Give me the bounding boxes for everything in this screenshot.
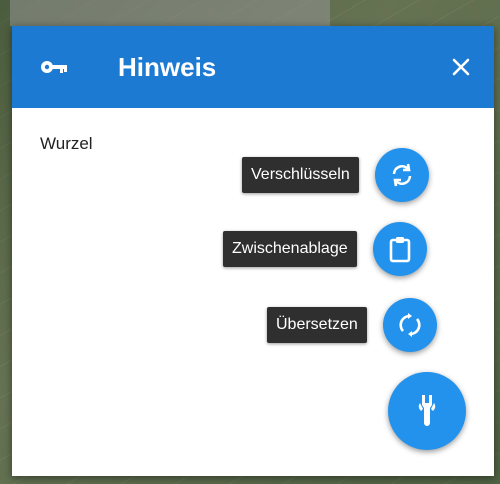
translate-label[interactable]: Übersetzen [267, 307, 367, 343]
tools-menu-button[interactable] [388, 372, 466, 450]
encrypt-action-row: Verschlüsseln [242, 148, 429, 202]
dialog-title: Hinweis [118, 52, 217, 82]
close-icon [452, 58, 470, 76]
rotate-icon [399, 313, 421, 337]
sync-arrows-icon [392, 163, 412, 187]
clipboard-label[interactable]: Zwischenablage [223, 231, 357, 267]
encrypt-button[interactable] [374, 148, 429, 202]
note-dialog: Hinweis Wurzel Verschlüsseln Zwischenabl… [12, 26, 494, 476]
clipboard-action-row: Zwischenablage [223, 222, 427, 276]
tools-icon [418, 395, 436, 426]
translate-action-row: Übersetzen [267, 298, 437, 352]
dialog-header: Hinweis [12, 26, 494, 108]
clipboard-button[interactable] [372, 222, 427, 276]
close-button[interactable] [442, 48, 480, 86]
translate-button[interactable] [382, 298, 437, 352]
note-content: Wurzel [40, 134, 93, 153]
key-icon [41, 61, 67, 73]
clipboard-icon [389, 237, 410, 263]
map-top-bar [10, 0, 330, 26]
encrypt-label[interactable]: Verschlüsseln [242, 157, 359, 193]
